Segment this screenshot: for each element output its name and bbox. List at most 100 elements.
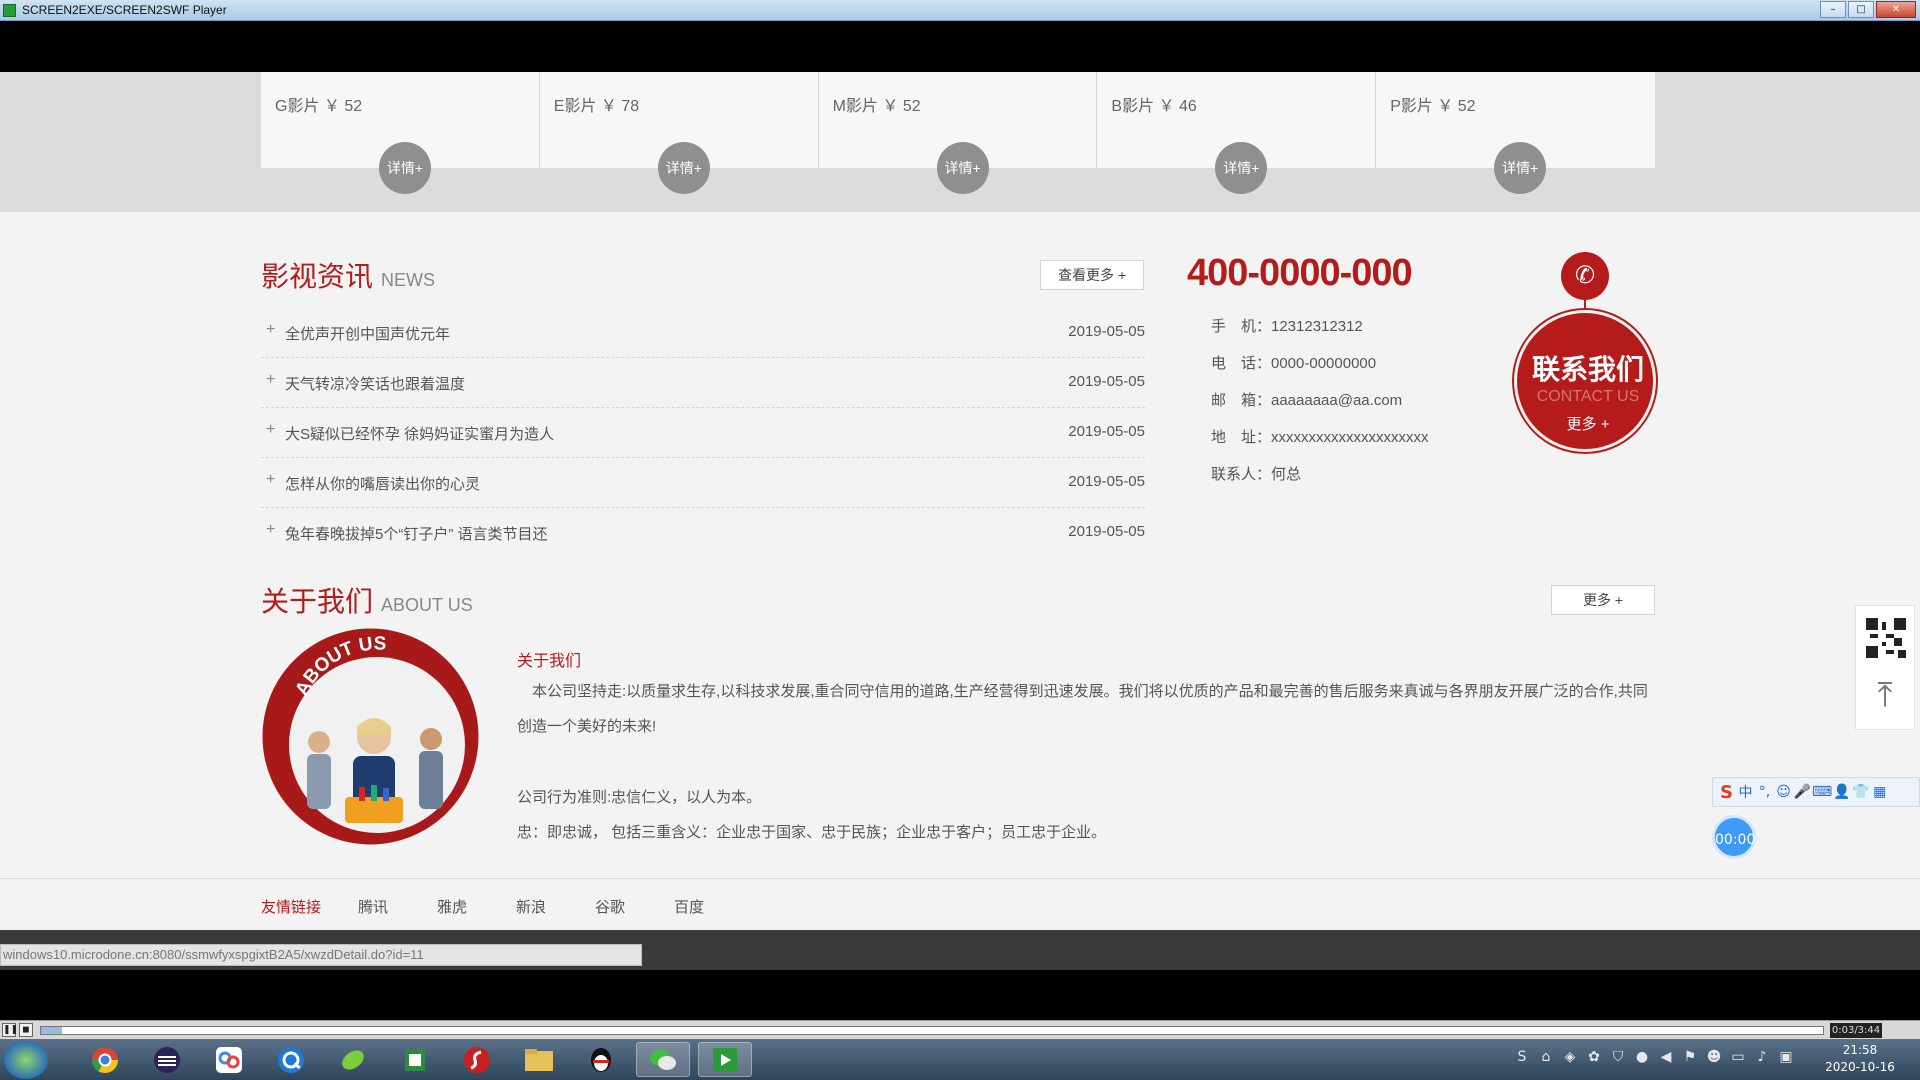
ime-chinese-mode[interactable]: 中: [1736, 782, 1755, 802]
back-to-top-icon[interactable]: ⤒: [1856, 670, 1914, 720]
contact-telephone: 电 话：0000-00000000: [1211, 355, 1377, 372]
wechat-icon[interactable]: [636, 1042, 690, 1077]
news-item[interactable]: + 全优声开创中国声优元年 2019-05-05: [261, 308, 1145, 358]
excel-icon[interactable]: [388, 1042, 442, 1077]
friend-link-baidu[interactable]: 百度: [674, 896, 704, 917]
power-tray-icon[interactable]: ⚑: [1678, 1049, 1702, 1065]
playback-time: 0:03/3:44: [1830, 1023, 1882, 1038]
qq-tray-icon[interactable]: ☻: [1702, 1049, 1726, 1065]
contact-person: 联系人：何总: [1211, 466, 1302, 483]
product-card[interactable]: G影片 ￥ 52 详情+: [261, 72, 540, 194]
start-button[interactable]: [4, 1041, 48, 1079]
baidu-netdisk-icon[interactable]: [202, 1042, 256, 1077]
browser-q-icon[interactable]: [264, 1042, 318, 1077]
contact-info: 手 机：12312312312 电 话：0000-00000000 邮 箱：aa…: [1211, 315, 1429, 500]
product-detail-button[interactable]: 详情+: [379, 142, 431, 194]
plus-icon: +: [266, 471, 276, 488]
player-controls: ❚❚ ◼ 0:03/3:44: [0, 1020, 1920, 1039]
news-item-title[interactable]: 大S疑似已经怀孕 徐妈妈证实蜜月为造人: [285, 423, 554, 444]
friend-links-bar: 友情链接 腾讯 雅虎 新浪 谷歌 百度: [0, 878, 1920, 930]
about-loyalty: 忠：即忠诚， 包括三重含义：企业忠于国家、忠于民族；企业忠于客户；员工忠于企业。: [517, 824, 1107, 841]
window-title-bar: SCREEN2EXE/SCREEN2SWF Player – □ ✕: [0, 0, 1920, 21]
system-clock[interactable]: 21:58 2020-10-16: [1810, 1042, 1910, 1076]
news-item-date: 2019-05-05: [1068, 323, 1145, 340]
plus-icon: +: [266, 521, 276, 538]
chrome-icon[interactable]: [78, 1042, 132, 1077]
folder-icon[interactable]: [512, 1042, 566, 1077]
product-card[interactable]: P影片 ￥ 52 详情+: [1376, 72, 1655, 194]
window-title: SCREEN2EXE/SCREEN2SWF Player: [22, 3, 227, 17]
news-item[interactable]: + 大S疑似已经怀孕 徐妈妈证实蜜月为造人 2019-05-05: [261, 408, 1145, 458]
product-name: G影片 ￥ 52: [275, 98, 363, 115]
product-card[interactable]: E影片 ￥ 78 详情+: [539, 72, 819, 194]
friend-link-tencent[interactable]: 腾讯: [358, 896, 388, 917]
pause-button[interactable]: ❚❚: [2, 1023, 18, 1037]
ime-voice-icon[interactable]: 🎤: [1793, 784, 1812, 800]
ime-keyboard-icon[interactable]: ⌨: [1812, 784, 1832, 800]
maximize-button[interactable]: □: [1848, 1, 1874, 18]
status-bar-url: windows10.microdone.cn:8080/ssmwfyxspgix…: [0, 944, 642, 966]
news-item-date: 2019-05-05: [1068, 423, 1145, 440]
news-item-date: 2019-05-05: [1068, 523, 1145, 540]
product-card[interactable]: B影片 ￥ 46 详情+: [1097, 72, 1377, 194]
product-detail-button[interactable]: 详情+: [1494, 142, 1547, 194]
qr-code-icon[interactable]: [1866, 618, 1906, 658]
news-item-title[interactable]: 怎样从你的嘴唇读出你的心灵: [285, 473, 480, 494]
contact-us-label: 联系我们: [1531, 354, 1644, 385]
friend-link-sina[interactable]: 新浪: [516, 896, 546, 917]
friend-link-yahoo[interactable]: 雅虎: [437, 896, 467, 917]
product-detail-button[interactable]: 详情+: [1215, 142, 1268, 194]
ime-emoji-icon[interactable]: ☺: [1774, 784, 1793, 800]
friend-links-label: 友情链接: [261, 899, 322, 916]
playback-progress-bar[interactable]: [40, 1026, 1824, 1035]
ide-icon[interactable]: [140, 1042, 194, 1077]
shield-tray-icon[interactable]: ◈: [1558, 1049, 1582, 1065]
player-icon[interactable]: [698, 1042, 752, 1077]
contact-us-badge[interactable]: ✆ 联系我们 CONTACT US 更多 +: [1514, 252, 1656, 452]
news-more-button[interactable]: 查看更多 +: [1040, 260, 1144, 290]
plus-icon: +: [266, 421, 276, 438]
product-name: E影片 ￥ 78: [553, 98, 640, 115]
security-tray-icon[interactable]: ⛉: [1606, 1049, 1630, 1065]
about-intro: 本公司坚持走:以质量求生存,以科技求发展,重合同守信用的道路,生产经营得到迅速发…: [517, 683, 1648, 735]
wechat-tray-icon[interactable]: ●: [1630, 1049, 1654, 1065]
contact-email: 邮 箱：aaaaaaaa@aa.com: [1211, 392, 1403, 409]
contact-more-link[interactable]: 更多 +: [1517, 413, 1659, 434]
flower-tray-icon[interactable]: ✿: [1582, 1049, 1606, 1065]
product-card[interactable]: M影片 ￥ 52 详情+: [818, 72, 1098, 194]
ime-skin-icon[interactable]: 👕: [1851, 784, 1870, 800]
leaf-icon[interactable]: [326, 1042, 380, 1077]
news-item[interactable]: + 兔年春晚拔掉5个“钉子户” 语言类节目还 2019-05-05: [261, 508, 1145, 558]
battery-tray-icon[interactable]: ▭: [1726, 1049, 1750, 1065]
sogou-tray-icon[interactable]: S: [1510, 1049, 1534, 1065]
qq-icon[interactable]: [574, 1042, 628, 1077]
side-toolbar: ⤒: [1855, 605, 1915, 730]
news-item[interactable]: + 天气转凉冷笑话也跟着温度 2019-05-05: [261, 358, 1145, 408]
sogou-ime-icon[interactable]: S: [1717, 782, 1736, 803]
web-page: G影片 ￥ 52 详情+ E影片 ￥ 78 详情+ M影片 ￥ 52 详情+ B…: [0, 72, 1920, 970]
recording-timer[interactable]: 00:00: [1712, 815, 1756, 859]
about-section-title: 关于我们 ABOUT US: [261, 580, 473, 620]
news-item-title[interactable]: 天气转凉冷笑话也跟着温度: [285, 373, 465, 394]
news-title: 影视资讯: [261, 261, 374, 292]
product-detail-button[interactable]: 详情+: [657, 142, 710, 194]
friend-link-google[interactable]: 谷歌: [595, 896, 625, 917]
ime-menu-icon[interactable]: ▦: [1870, 784, 1889, 800]
ime-user-icon[interactable]: 👤: [1832, 784, 1851, 800]
product-detail-button[interactable]: 详情+: [936, 142, 989, 194]
news-item-title[interactable]: 全优声开创中国声优元年: [285, 323, 450, 344]
ime-punctuation-icon[interactable]: °,: [1755, 784, 1774, 800]
news-item-title[interactable]: 兔年春晚拔掉5个“钉子户” 语言类节目还: [285, 523, 548, 544]
minimize-button[interactable]: –: [1820, 1, 1846, 18]
network-tray-icon[interactable]: ⌂: [1534, 1049, 1558, 1065]
news-item[interactable]: + 怎样从你的嘴唇读出你的心灵 2019-05-05: [261, 458, 1145, 508]
ime-toolbar: S 中 °, ☺ 🎤 ⌨ 👤 👕 ▦: [1712, 777, 1920, 807]
display-tray-icon[interactable]: ▣: [1774, 1049, 1798, 1065]
volume-tray-icon[interactable]: ♪: [1750, 1049, 1774, 1065]
arrow-tray-icon[interactable]: ◀: [1654, 1049, 1678, 1065]
stop-button[interactable]: ◼: [19, 1023, 33, 1037]
flash-icon[interactable]: [450, 1042, 504, 1077]
about-more-button[interactable]: 更多 +: [1551, 585, 1655, 615]
close-button[interactable]: ✕: [1876, 1, 1916, 18]
contact-circle[interactable]: 联系我们 CONTACT US 更多 +: [1514, 310, 1656, 452]
